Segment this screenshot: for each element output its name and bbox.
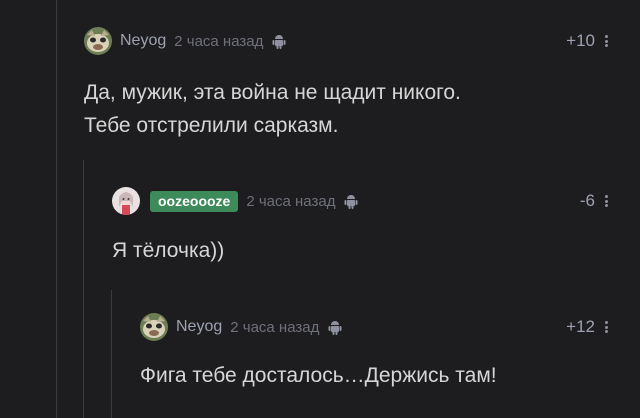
more-vertical-icon[interactable] [605,321,608,333]
more-vertical-icon[interactable] [605,195,608,207]
dog-avatar-icon [84,27,112,55]
comment-text: Да, мужик, эта война не щадит никого. Те… [84,76,461,142]
thread-line [83,160,84,418]
comment-rating: -6 [580,187,608,215]
comment-meta: oozeoooze 2 часа назад [112,187,358,215]
comment-time[interactable]: 2 часа назад [174,33,263,50]
comment-rating: +10 [566,27,608,55]
avatar[interactable] [112,187,140,215]
avatar[interactable] [140,313,168,341]
author-name[interactable]: Neyog [120,32,166,50]
more-vertical-icon[interactable] [605,35,608,47]
comment-text-line: Я тёлочка)) [112,239,225,262]
comment-text-line: Фига тебе досталось…Держись там! [140,364,497,387]
comment-meta: Neyog 2 часа назад [84,27,286,55]
android-icon [328,321,342,335]
dog-avatar-icon [140,313,168,341]
author-name[interactable]: oozeoooze [150,190,239,212]
rating-value[interactable]: -6 [580,191,595,211]
rating-value[interactable]: +12 [566,317,595,337]
android-icon [272,35,286,49]
author-name[interactable]: Neyog [176,318,222,336]
avatar[interactable] [84,27,112,55]
android-icon [344,195,358,209]
comment-meta: Neyog 2 часа назад [140,313,342,341]
thread-line [56,0,57,418]
comment-text: Я тёлочка)) [112,234,224,267]
thread-line [111,290,112,418]
comment-time[interactable]: 2 часа назад [230,319,319,336]
comment-text-line: Да, мужик, эта война не щадит никого. [84,81,461,104]
rating-value[interactable]: +10 [566,31,595,51]
comment-text-line: Тебе отстрелили сарказм. [84,114,339,137]
comment-rating: +12 [566,313,608,341]
girl-avatar-icon [112,187,140,215]
comment-text: Фига тебе досталось…Держись там! [140,359,497,392]
comment-time[interactable]: 2 часа назад [246,193,335,210]
